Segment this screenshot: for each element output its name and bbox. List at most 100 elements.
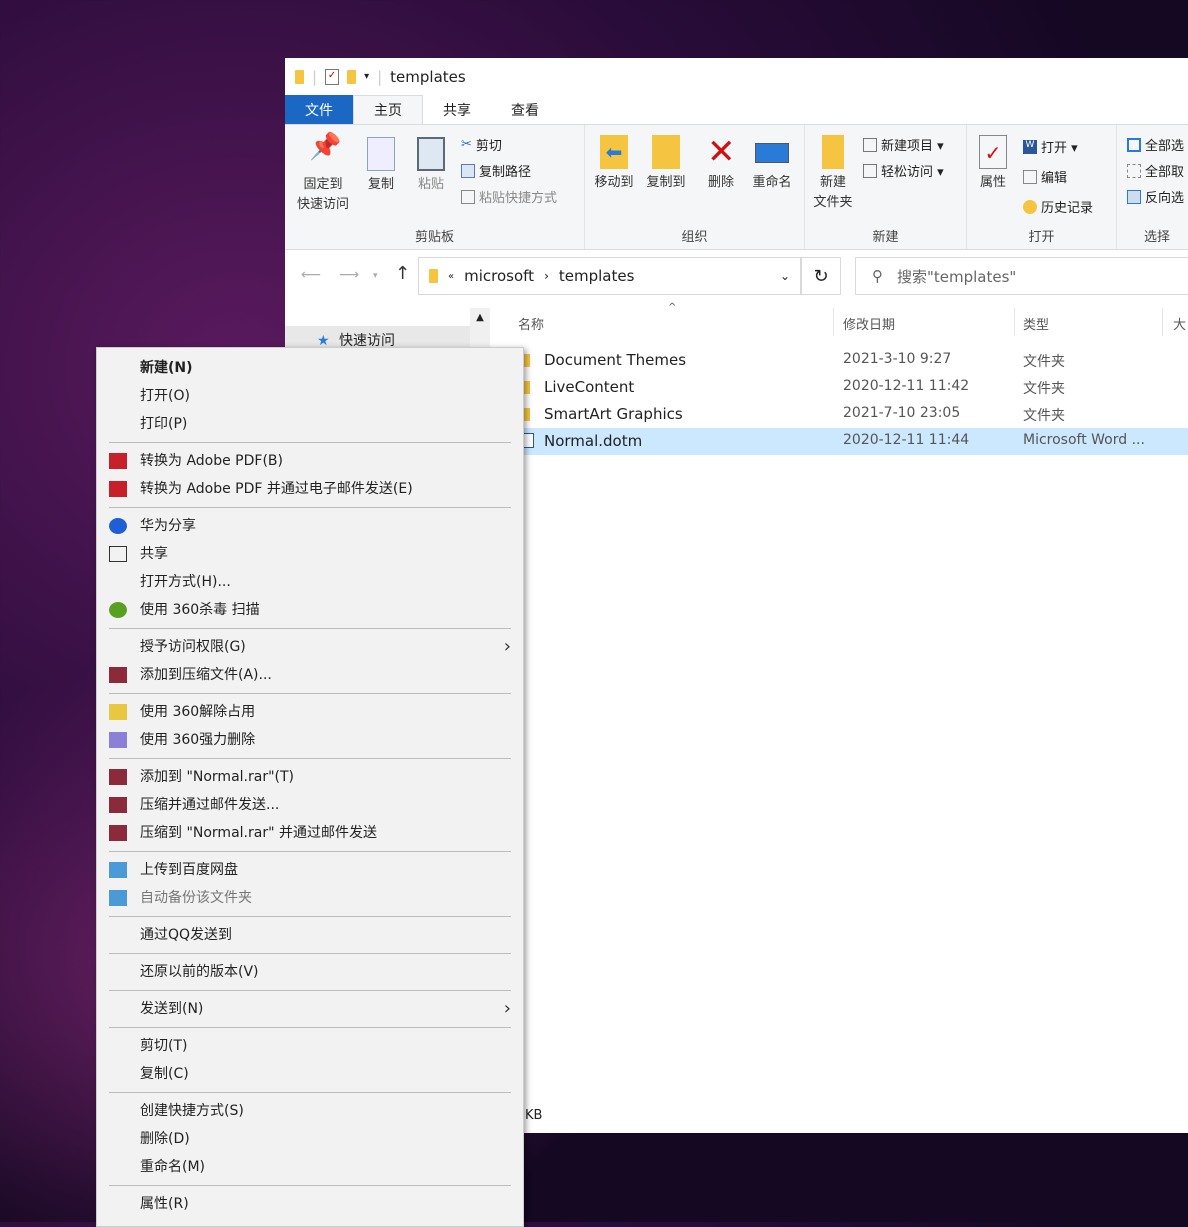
customize-toolbar-icon[interactable]: ▾ bbox=[364, 71, 369, 82]
paste-button[interactable]: 粘贴 bbox=[411, 137, 451, 195]
up-arrow-icon[interactable]: ↑ bbox=[395, 263, 410, 284]
breadcrumb-overflow-icon[interactable]: « bbox=[448, 271, 454, 282]
tab-file[interactable]: 文件 bbox=[285, 95, 353, 124]
move-to-button[interactable]: ⬅ 移动到 bbox=[589, 135, 639, 193]
file-row[interactable]: SmartArt Graphics 2021-7-10 23:05 文件夹 bbox=[520, 401, 1188, 428]
search-input[interactable]: ⚲ 搜索"templates" bbox=[855, 257, 1188, 295]
menu-item[interactable]: 打印(P) bbox=[97, 410, 523, 438]
menu-item[interactable]: 剪切(T) bbox=[97, 1032, 523, 1060]
file-type: 文件夹 bbox=[1023, 354, 1065, 370]
chevron-right-icon: › bbox=[503, 636, 511, 657]
menu-item-label: 转换为 Adobe PDF 并通过电子邮件发送(E) bbox=[140, 481, 413, 497]
menu-item[interactable]: 发送到(N) › bbox=[97, 995, 523, 1023]
menu-item[interactable]: 上传到百度网盘 bbox=[97, 856, 523, 884]
column-size[interactable]: 大 bbox=[1173, 314, 1186, 333]
new-folder-quick-icon[interactable] bbox=[347, 69, 357, 84]
clipboard-icon bbox=[417, 137, 445, 171]
menu-item-label: 删除(D) bbox=[140, 1131, 190, 1147]
scrollbar-up-button[interactable]: ▲ bbox=[470, 308, 490, 348]
chevron-down-icon[interactable]: ⌄ bbox=[780, 269, 790, 283]
invert-selection-button[interactable]: 反向选 bbox=[1127, 187, 1184, 206]
delete-button[interactable]: ✕ 删除 bbox=[699, 135, 743, 193]
menu-item-label: 华为分享 bbox=[140, 518, 196, 534]
menu-item-label: 共享 bbox=[140, 546, 168, 562]
menu-item[interactable]: 压缩并通过邮件发送... bbox=[97, 791, 523, 819]
select-all-icon bbox=[1127, 137, 1141, 152]
folder-icon bbox=[295, 69, 304, 84]
menu-item-label: 使用 360解除占用 bbox=[140, 704, 256, 720]
select-all-button[interactable]: 全部选 bbox=[1127, 135, 1184, 154]
menu-separator bbox=[109, 851, 511, 852]
copy-to-button[interactable]: 复制到 bbox=[641, 135, 691, 193]
folder-icon bbox=[429, 269, 438, 283]
menu-item[interactable]: 自动备份该文件夹 bbox=[97, 884, 523, 912]
menu-separator bbox=[109, 1092, 511, 1093]
menu-item[interactable]: 新建(N) bbox=[97, 354, 523, 382]
column-type[interactable]: 类型 bbox=[1023, 314, 1049, 333]
menu-item[interactable]: 复制(C) bbox=[97, 1060, 523, 1088]
menu-item-label: 授予访问权限(G) bbox=[140, 639, 246, 655]
file-row[interactable]: LiveContent 2020-12-11 11:42 文件夹 bbox=[520, 374, 1188, 401]
pin-quick-access-button[interactable]: 📌 固定到 快速访问 bbox=[293, 134, 353, 215]
paste-shortcut-button[interactable]: 粘贴快捷方式 bbox=[461, 187, 557, 206]
refresh-button[interactable]: ↻ bbox=[801, 257, 841, 295]
breadcrumb-templates[interactable]: templates bbox=[559, 267, 635, 285]
new-item-button[interactable]: 新建项目 ▾ bbox=[863, 135, 944, 154]
copy-path-button[interactable]: 复制路径 bbox=[461, 161, 531, 180]
select-none-button[interactable]: 全部取 bbox=[1127, 161, 1184, 180]
forward-arrow-icon[interactable]: ⟶ bbox=[339, 267, 359, 283]
column-name[interactable]: 名称 bbox=[518, 314, 544, 333]
properties-button[interactable]: ✓ 属性 bbox=[973, 135, 1013, 193]
properties-quick-icon[interactable]: ✓ bbox=[325, 68, 340, 85]
menu-item[interactable]: 使用 360强力删除 bbox=[97, 726, 523, 754]
menu-item[interactable]: 删除(D) bbox=[97, 1125, 523, 1153]
file-type: 文件夹 bbox=[1023, 408, 1065, 424]
copy-button[interactable]: 复制 bbox=[361, 137, 401, 195]
menu-item[interactable]: 打开(O) bbox=[97, 382, 523, 410]
address-bar[interactable]: « microsoft › templates ⌄ bbox=[418, 257, 801, 295]
file-row[interactable]: Document Themes 2021-3-10 9:27 文件夹 bbox=[520, 347, 1188, 374]
edit-button[interactable]: 编辑 bbox=[1023, 167, 1067, 186]
menu-item[interactable]: 还原以前的版本(V) bbox=[97, 958, 523, 986]
easy-access-button[interactable]: 轻松访问 ▾ bbox=[863, 161, 944, 180]
clipboard-group: 📌 固定到 快速访问 复制 粘贴 ✂ 剪切 复制路径 粘贴快捷方式 剪贴板 bbox=[285, 125, 585, 249]
folder-icon bbox=[822, 135, 844, 169]
menu-item[interactable]: 转换为 Adobe PDF(B) bbox=[97, 447, 523, 475]
winrar-icon bbox=[109, 667, 127, 683]
new-folder-button[interactable]: 新建 文件夹 bbox=[809, 135, 857, 213]
menu-item[interactable]: 创建快捷方式(S) bbox=[97, 1097, 523, 1125]
menu-item[interactable]: 共享 bbox=[97, 540, 523, 568]
menu-item[interactable]: 授予访问权限(G) › bbox=[97, 633, 523, 661]
menu-item[interactable]: 使用 360杀毒 扫描 bbox=[97, 596, 523, 624]
menu-item[interactable]: 重命名(M) bbox=[97, 1153, 523, 1181]
menu-item[interactable]: 压缩到 "Normal.rar" 并通过邮件发送 bbox=[97, 819, 523, 847]
menu-item[interactable]: 添加到 "Normal.rar"(T) bbox=[97, 763, 523, 791]
ribbon-tabs: 文件 主页 共享 查看 bbox=[285, 95, 1188, 124]
file-name: LiveContent bbox=[544, 378, 635, 396]
address-row: ⟵ ⟶ ▾ ↑ « microsoft › templates ⌄ ↻ ⚲ 搜索"… bbox=[285, 257, 1188, 299]
file-row[interactable]: Normal.dotm 2020-12-11 11:44 Microsoft Wor… bbox=[520, 428, 1188, 455]
invert-selection-icon bbox=[1127, 189, 1141, 204]
menu-item[interactable]: 属性(R) bbox=[97, 1190, 523, 1218]
menu-item[interactable]: 使用 360解除占用 bbox=[97, 698, 523, 726]
back-arrow-icon[interactable]: ⟵ bbox=[301, 267, 321, 283]
menu-item[interactable]: 打开方式(H)... bbox=[97, 568, 523, 596]
file-date: 2021-3-10 9:27 bbox=[843, 351, 952, 367]
cut-button[interactable]: ✂ 剪切 bbox=[461, 135, 502, 154]
menu-item[interactable]: 添加到压缩文件(A)... bbox=[97, 661, 523, 689]
menu-item[interactable]: 通过QQ发送到 bbox=[97, 921, 523, 949]
menu-item-label: 剪切(T) bbox=[140, 1038, 188, 1054]
history-button[interactable]: 历史记录 bbox=[1023, 197, 1093, 216]
recent-dropdown-icon[interactable]: ▾ bbox=[373, 271, 378, 281]
column-date[interactable]: 修改日期 bbox=[843, 314, 895, 333]
tab-view[interactable]: 查看 bbox=[491, 95, 559, 124]
menu-item[interactable]: 华为分享 bbox=[97, 512, 523, 540]
open-button[interactable]: W 打开 ▾ bbox=[1023, 137, 1078, 156]
menu-item[interactable]: 转换为 Adobe PDF 并通过电子邮件发送(E) bbox=[97, 475, 523, 503]
edit-icon bbox=[1023, 169, 1037, 184]
tab-home[interactable]: 主页 bbox=[353, 95, 423, 124]
breadcrumb-microsoft[interactable]: microsoft bbox=[464, 267, 534, 285]
tab-share[interactable]: 共享 bbox=[423, 95, 491, 124]
rename-button[interactable]: 重命名 bbox=[745, 135, 799, 193]
search-icon: ⚲ bbox=[872, 267, 883, 285]
